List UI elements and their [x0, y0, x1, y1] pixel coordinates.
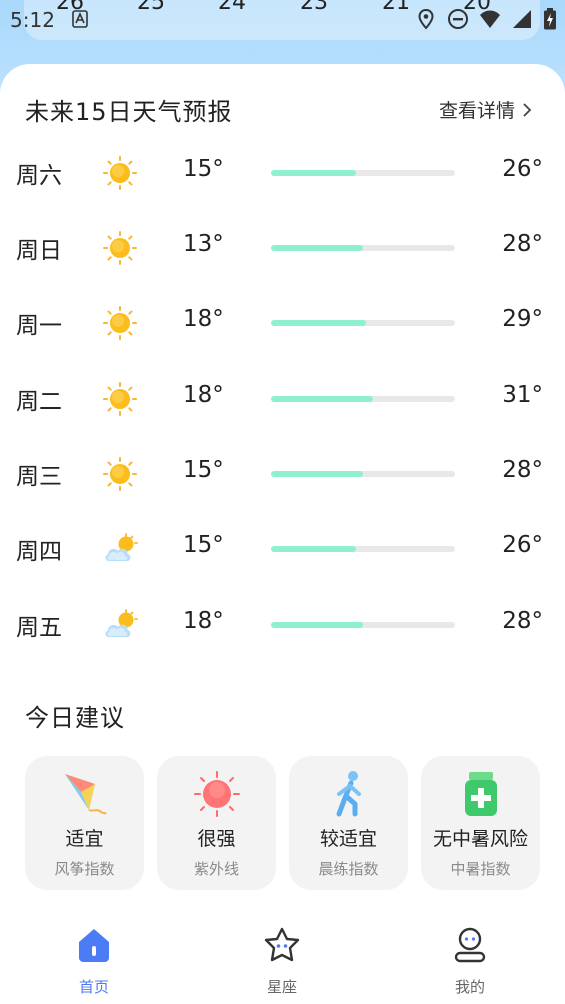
sunny-icon — [102, 381, 138, 417]
location-icon — [418, 8, 434, 30]
do-not-disturb-icon — [448, 9, 468, 29]
forecast-high: 31° — [502, 382, 543, 408]
forecast-low: 15° — [183, 156, 224, 182]
forecast-row[interactable]: 周日 13° 28° — [0, 217, 565, 277]
advice-label: 中暑指数 — [450, 860, 511, 878]
forecast-day: 周一 — [16, 313, 62, 339]
advice-value: 适宜 — [65, 828, 104, 850]
forecast-low: 15° — [183, 532, 224, 558]
forecast-day: 周三 — [16, 464, 62, 490]
forecast-row[interactable]: 周一 18° 29° — [0, 292, 565, 352]
forecast-high: 28° — [502, 457, 543, 483]
forecast-day: 周六 — [16, 163, 62, 189]
home-icon — [79, 929, 109, 962]
status-time: 5:12 — [10, 8, 55, 32]
temperature-range-fill — [271, 320, 367, 326]
temperature-range-bar — [271, 396, 455, 402]
advice-value: 无中暑风险 — [432, 828, 528, 850]
temperature-range-bar — [271, 320, 455, 326]
sunny-icon — [102, 230, 138, 266]
temperature-range-fill — [271, 245, 363, 251]
advice-value: 很强 — [197, 828, 236, 850]
temperature-range-bar — [271, 622, 455, 628]
status-bar: 5:12 — [0, 0, 565, 38]
forecast-high: 26° — [502, 532, 543, 558]
temperature-range-bar — [271, 245, 455, 251]
advice-label: 紫外线 — [193, 860, 239, 878]
nav-item-constellation[interactable]: 星座 — [237, 926, 327, 996]
temperature-range-fill — [271, 170, 357, 176]
temperature-range-bar — [271, 546, 455, 552]
forecast-high: 29° — [502, 306, 543, 332]
forecast-row[interactable]: 周三 15° 28° — [0, 443, 565, 503]
advice-label: 晨练指数 — [318, 860, 379, 878]
uv-sun-icon — [194, 771, 240, 817]
nav-label: 星座 — [266, 978, 297, 996]
forecast-high: 28° — [502, 231, 543, 257]
partly-cloudy-icon — [102, 607, 138, 643]
wifi-icon — [480, 10, 500, 28]
forecast-row[interactable]: 周五 18° 28° — [0, 594, 565, 654]
nav-label: 我的 — [454, 978, 485, 996]
signal-icon — [513, 10, 531, 28]
status-icons — [415, 8, 557, 30]
medicine-bottle-icon — [465, 772, 497, 816]
profile-icon — [454, 927, 486, 963]
sunny-icon — [102, 155, 138, 191]
advice-section-title: 今日建议 — [25, 704, 125, 732]
temperature-range-fill — [271, 546, 357, 552]
forecast-low: 18° — [183, 608, 224, 634]
advice-card-exercise[interactable]: 较适宜 晨练指数 — [289, 756, 408, 890]
view-details-link[interactable]: 查看详情 — [439, 96, 533, 123]
forecast-row[interactable]: 周二 18° 31° — [0, 368, 565, 428]
chevron-right-icon — [523, 102, 532, 117]
temperature-range-fill — [271, 622, 363, 628]
forecast-day: 周日 — [16, 238, 62, 264]
advice-label: 风筝指数 — [54, 860, 115, 878]
forecast-day: 周二 — [16, 389, 62, 415]
advice-card-heatstroke[interactable]: 无中暑风险 中暑指数 — [421, 756, 540, 890]
star-face-icon — [264, 927, 300, 962]
advice-grid: 适宜 风筝指数 很强 紫外线 较适宜 晨练指数 无中暑风险 中暑指数 — [25, 756, 541, 892]
temperature-range-bar — [271, 170, 455, 176]
forecast-low: 18° — [183, 382, 224, 408]
forecast-low: 18° — [183, 306, 224, 332]
nav-item-profile[interactable]: 我的 — [425, 926, 515, 996]
advice-card-uv[interactable]: 很强 紫外线 — [157, 756, 276, 890]
forecast-row[interactable]: 周六 15° 26° — [0, 142, 565, 202]
keyboard-a-icon — [72, 10, 88, 28]
forecast-row[interactable]: 周四 15° 26° — [0, 518, 565, 578]
walking-icon — [336, 771, 361, 817]
sunny-icon — [102, 456, 138, 492]
bottom-nav: 首页 星座 我的 — [0, 920, 565, 1004]
forecast-day: 周五 — [16, 615, 62, 641]
forecast-low: 13° — [183, 231, 224, 257]
advice-value: 较适宜 — [319, 828, 377, 850]
forecast-low: 15° — [183, 457, 224, 483]
sunny-icon — [102, 305, 138, 341]
advice-card-kite[interactable]: 适宜 风筝指数 — [25, 756, 144, 890]
forecast-high: 28° — [502, 608, 543, 634]
kite-icon — [65, 774, 107, 815]
nav-label: 首页 — [78, 978, 109, 996]
temperature-range-fill — [271, 396, 373, 402]
nav-item-home[interactable]: 首页 — [49, 926, 139, 996]
view-details-label: 查看详情 — [438, 100, 515, 122]
forecast-high: 26° — [502, 156, 543, 182]
battery-charging-icon — [544, 8, 556, 30]
partly-cloudy-icon — [102, 531, 138, 567]
temperature-range-bar — [271, 471, 455, 477]
temperature-range-fill — [271, 471, 363, 477]
forecast-section-title: 未来15日天气预报 — [25, 98, 233, 126]
forecast-day: 周四 — [16, 539, 62, 565]
